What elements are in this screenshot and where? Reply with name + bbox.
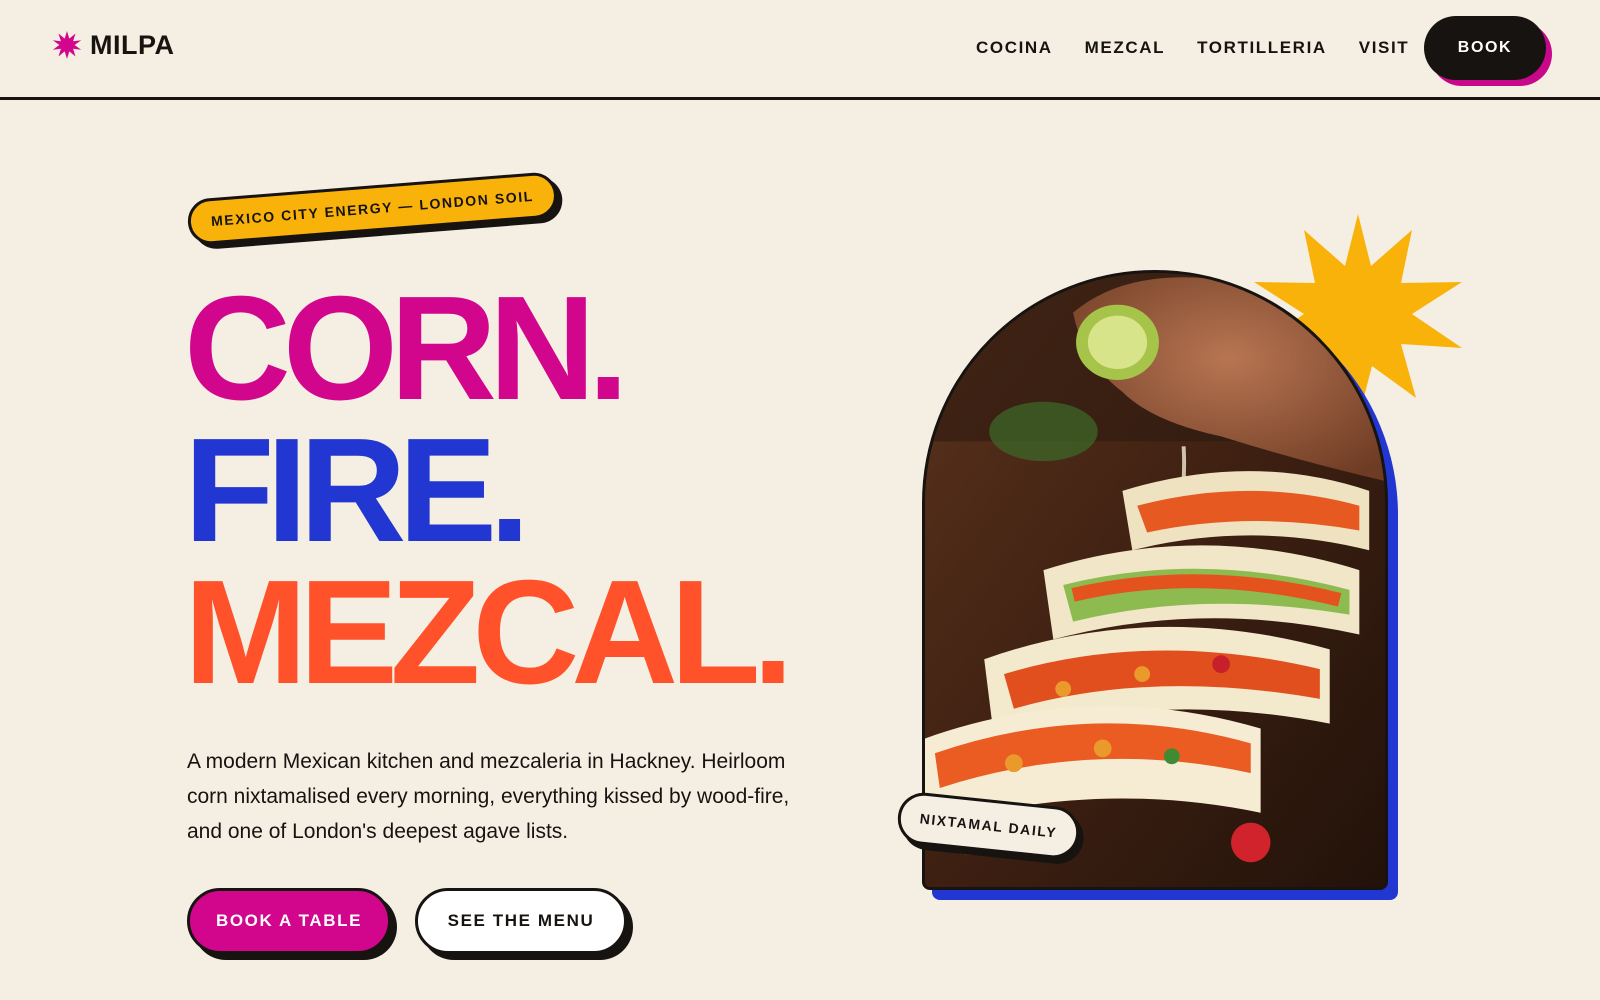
book-button[interactable]: BOOK <box>1424 16 1546 80</box>
book-button-wrap: BOOK <box>1424 16 1552 86</box>
headline-line-corn: CORN. <box>184 266 629 431</box>
magenta-starburst-icon <box>52 30 82 59</box>
book-table-button[interactable]: BOOK A TABLE <box>187 888 391 954</box>
see-menu-button-wrap: SEE THE MENU <box>415 888 633 960</box>
nav-link-mezcal[interactable]: MEZCAL <box>1085 38 1165 58</box>
headline-line-fire: FIRE. <box>184 408 530 573</box>
main-nav: COCINA MEZCAL TORTILLERIA VISIT <box>976 38 1409 58</box>
nav-link-cocina[interactable]: COCINA <box>976 38 1053 58</box>
hero-tag-wrap: MEXICO CITY ENERGY — LONDON SOIL <box>186 171 565 251</box>
headline-line-mezcal: MEZCAL. <box>184 550 794 715</box>
see-menu-button[interactable]: SEE THE MENU <box>415 888 627 954</box>
logo[interactable]: MILPA <box>52 30 175 61</box>
brand-name: MILPA <box>90 30 175 60</box>
book-table-button-wrap: BOOK A TABLE <box>187 888 397 960</box>
hero-headline: CORN. FIRE. MEZCAL. <box>184 266 794 715</box>
hero-intro: A modern Mexican kitchen and mezcaleria … <box>187 750 790 843</box>
nav-link-visit[interactable]: VISIT <box>1359 38 1410 58</box>
nav-link-tortilleria[interactable]: TORTILLERIA <box>1197 38 1327 58</box>
tacos-with-lime-squeeze-photo <box>925 273 1385 887</box>
site-header: MILPA COCINA MEZCAL TORTILLERIA VISIT BO… <box>0 0 1600 100</box>
hero-image <box>922 270 1388 890</box>
